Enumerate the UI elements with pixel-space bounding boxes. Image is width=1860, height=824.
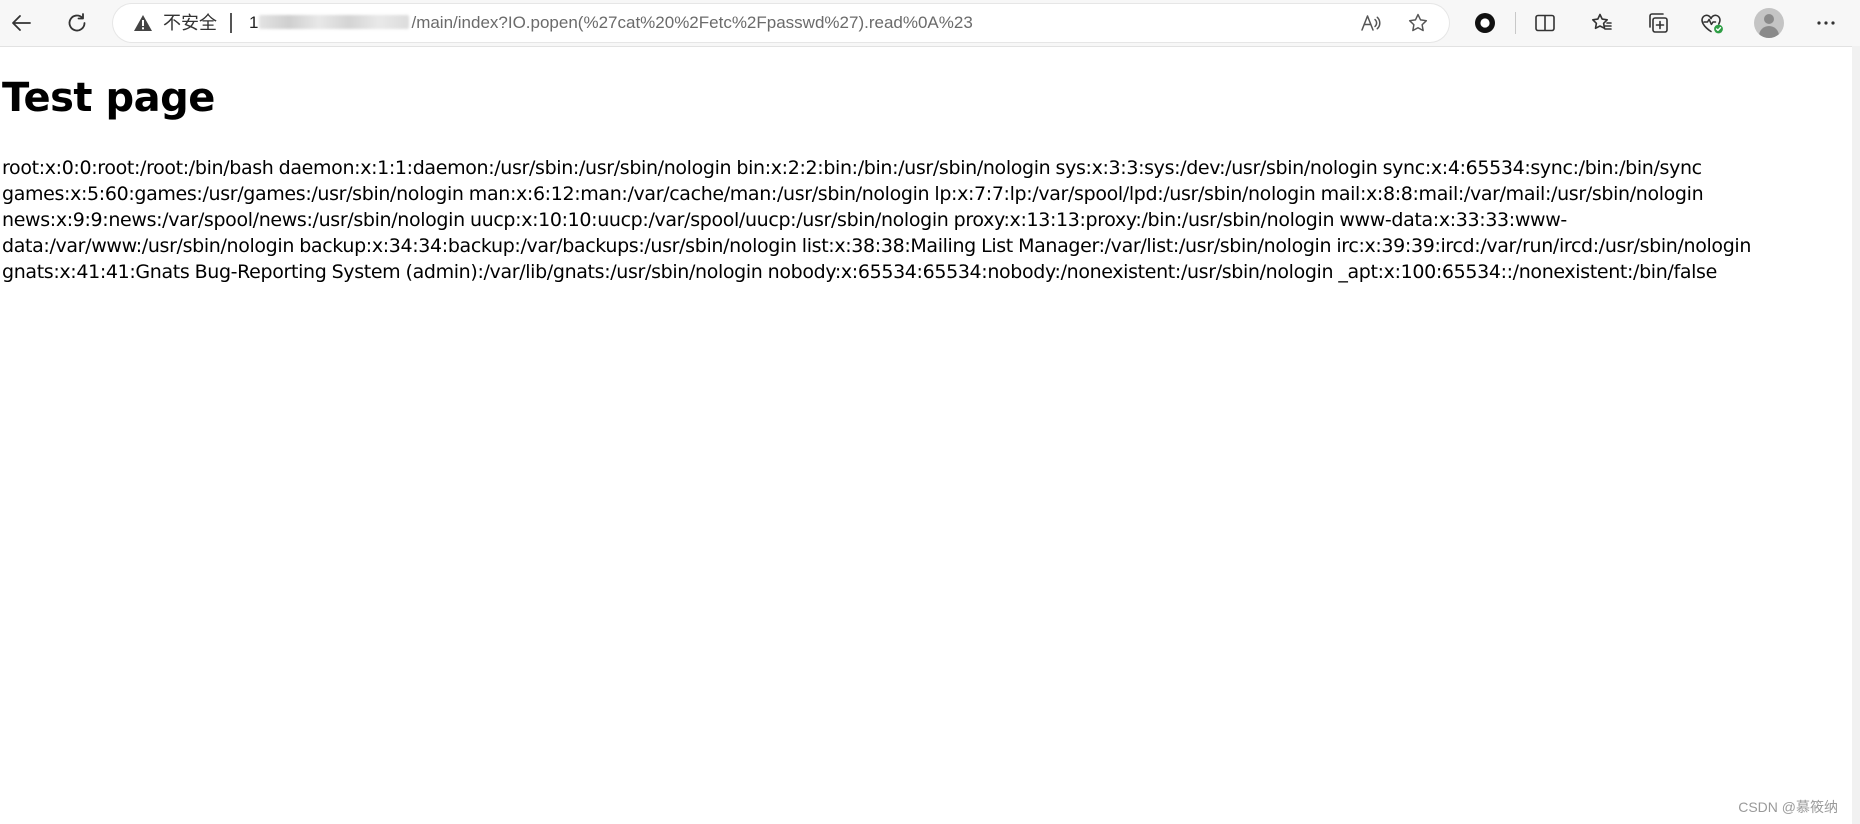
collections-button[interactable]: [1640, 5, 1676, 41]
toolbar-divider: [1515, 12, 1516, 34]
profile-avatar-icon[interactable]: [1754, 8, 1784, 38]
warning-triangle-icon: [133, 14, 153, 32]
more-menu-button[interactable]: [1808, 5, 1844, 41]
favorites-icon: [1590, 11, 1614, 35]
passwd-output-text: root:x:0:0:root:/root:/bin/bash daemon:x…: [2, 157, 1752, 283]
url-path: /main/index?IO.popen(%27cat%20%2Fetc%2Fp…: [411, 13, 973, 32]
heart-pulse-icon: [1699, 11, 1725, 35]
more-dots-icon: [1814, 11, 1838, 35]
vertical-scrollbar[interactable]: [1852, 46, 1860, 824]
page-title: Test page: [2, 75, 215, 121]
star-icon[interactable]: [1407, 12, 1429, 34]
reload-icon: [65, 11, 89, 35]
address-bar[interactable]: 不安全 1/main/index?IO.popen(%27cat%20%2Fet…: [113, 4, 1449, 42]
avatar-body: [1759, 26, 1779, 38]
extension-circle-icon: [1473, 11, 1497, 35]
security-status-label[interactable]: 不安全: [163, 4, 217, 42]
back-arrow-icon: [10, 11, 34, 35]
reload-button[interactable]: [59, 5, 95, 41]
performance-button[interactable]: [1694, 5, 1730, 41]
split-screen-button[interactable]: [1527, 5, 1563, 41]
back-button[interactable]: [4, 5, 40, 41]
avatar-head: [1764, 14, 1774, 24]
favorites-button[interactable]: [1584, 5, 1620, 41]
split-screen-icon: [1533, 11, 1557, 35]
extension-button[interactable]: [1467, 5, 1503, 41]
collections-icon: [1646, 11, 1670, 35]
browser-window: 不安全 1/main/index?IO.popen(%27cat%20%2Fet…: [0, 0, 1860, 824]
read-aloud-icon[interactable]: [1359, 12, 1381, 34]
page-viewport: Test page root:x:0:0:root:/root:/bin/bas…: [0, 46, 1852, 824]
address-separator: [230, 13, 232, 33]
browser-toolbar: 不安全 1/main/index?IO.popen(%27cat%20%2Fet…: [0, 0, 1860, 46]
url-host-redacted: [259, 15, 410, 29]
url-host-prefix: 1: [249, 13, 259, 32]
csdn-watermark: CSDN @慕筱纳: [1738, 799, 1838, 815]
url-text[interactable]: 1/main/index?IO.popen(%27cat%20%2Fetc%2F…: [249, 4, 973, 42]
